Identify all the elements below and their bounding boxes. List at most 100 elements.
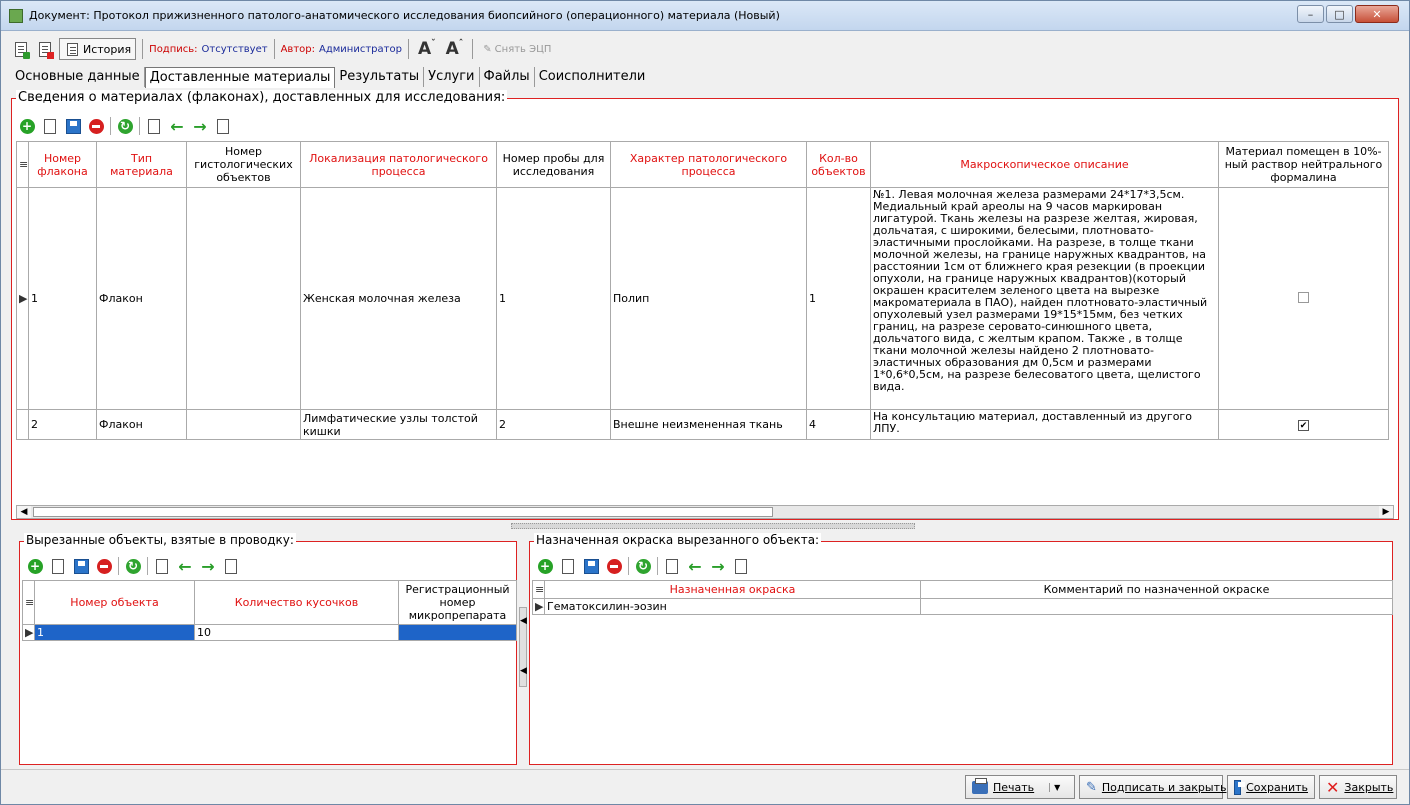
staining-table: ≡ Назначенная окраска Комментарий по наз… (532, 580, 1393, 615)
close-window-button[interactable]: ✕ (1355, 5, 1399, 23)
delete-icon[interactable] (87, 117, 105, 135)
history-button[interactable]: История (59, 38, 137, 60)
tab-delivered-materials[interactable]: Доставленные материалы (144, 67, 336, 88)
cell-localization[interactable]: Женская молочная железа (300, 187, 497, 410)
arrow-left-icon[interactable]: ← (176, 557, 194, 576)
sign-and-close-button[interactable]: ✎ Подписать и закрыть (1079, 775, 1226, 799)
delete-document-icon[interactable] (35, 39, 55, 59)
cell-stain-comment[interactable] (920, 598, 1393, 615)
formalin-checkbox-checked[interactable]: ✔ (1298, 420, 1309, 431)
edit-icon[interactable] (559, 557, 577, 575)
col-header[interactable]: Номер пробы для исследования (496, 141, 611, 188)
cell-count[interactable]: 4 (806, 409, 871, 440)
cell-macro-description[interactable]: На консультацию материал, доставленный и… (870, 409, 1219, 440)
cell-count[interactable]: 1 (806, 187, 871, 410)
col-header[interactable]: Макроскопическое описание (870, 141, 1219, 188)
tab-co-executors[interactable]: Соисполнители (535, 67, 650, 87)
columns-config-icon[interactable] (732, 557, 750, 575)
row-selector-header[interactable]: ≡ (22, 580, 35, 625)
cell-sample-number[interactable]: 2 (496, 409, 611, 440)
scroll-thumb[interactable] (33, 507, 773, 517)
table-row[interactable]: ▶ Гематоксилин-эозин (532, 598, 1393, 615)
print-dropdown-icon[interactable]: ▼ (1049, 782, 1060, 792)
col-header[interactable]: Тип материала (96, 141, 187, 188)
cell-histo-number[interactable] (186, 187, 301, 410)
col-header[interactable]: Количество кусочков (194, 580, 399, 625)
add-icon[interactable]: + (18, 117, 36, 135)
edit-icon[interactable] (49, 557, 67, 575)
refresh-icon[interactable]: ↻ (116, 117, 134, 135)
vertical-splitter[interactable]: ◀ ◀ (519, 607, 527, 687)
font-decrease-button[interactable]: Aˇ (415, 39, 439, 59)
cell-macro-description[interactable]: №1. Левая молочная железа размерами 24*1… (870, 187, 1219, 410)
arrow-right-icon[interactable]: → (199, 557, 217, 576)
horizontal-splitter[interactable] (511, 523, 915, 529)
save-icon[interactable] (72, 557, 90, 575)
add-icon[interactable]: + (536, 557, 554, 575)
cell-registration-number[interactable] (398, 624, 517, 641)
maximize-button[interactable]: □ (1326, 5, 1353, 23)
cell-character[interactable]: Полип (610, 187, 807, 410)
scroll-left-arrow[interactable]: ◀ (17, 506, 31, 518)
tab-files[interactable]: Файлы (480, 67, 535, 87)
cell-flask-number[interactable]: 2 (28, 409, 97, 440)
col-header[interactable]: Комментарий по назначенной окраске (920, 580, 1393, 599)
save-button[interactable]: Сохранить (1227, 775, 1315, 799)
col-header[interactable]: Номер гистологических объектов (186, 141, 301, 188)
arrow-left-icon[interactable]: ← (686, 557, 704, 576)
cell-stain-name[interactable]: Гематоксилин-эозин (544, 598, 921, 615)
cell-formalin[interactable]: ✔ (1218, 409, 1389, 440)
table-row[interactable]: ▶ 1 Флакон Женская молочная железа 1 Пол… (16, 187, 1389, 410)
cell-histo-number[interactable] (186, 409, 301, 440)
cell-localization[interactable]: Лимфатические узлы толстой кишки (300, 409, 497, 440)
sign-document-icon[interactable] (11, 39, 31, 59)
scroll-right-arrow[interactable]: ▶ (1379, 506, 1393, 518)
table-row[interactable]: 2 Флакон Лимфатические узлы толстой кишк… (16, 409, 1389, 440)
cell-sample-number[interactable]: 1 (496, 187, 611, 410)
arrow-right-icon[interactable]: → (191, 117, 209, 136)
col-header[interactable]: Номер объекта (34, 580, 195, 625)
cell-flask-number[interactable]: 1 (28, 187, 97, 410)
font-increase-button[interactable]: Aˆ (443, 39, 467, 59)
col-header[interactable]: Регистрационный номер микропрепарата (398, 580, 517, 625)
cell-character[interactable]: Внешне неизмененная ткань (610, 409, 807, 440)
arrow-left-icon[interactable]: ← (168, 117, 186, 136)
columns-icon[interactable] (663, 557, 681, 575)
add-icon[interactable]: + (26, 557, 44, 575)
table-row[interactable]: ▶ 1 10 (22, 624, 517, 641)
minimize-button[interactable]: – (1297, 5, 1324, 23)
cell-formalin[interactable] (1218, 187, 1389, 410)
cell-pieces-count[interactable]: 10 (194, 624, 399, 641)
cell-material-type[interactable]: Флакон (96, 409, 187, 440)
close-button[interactable]: ✕ Закрыть (1319, 775, 1397, 799)
print-button[interactable]: Печать ▼ (965, 775, 1075, 799)
refresh-icon[interactable]: ↻ (124, 557, 142, 575)
save-icon[interactable] (582, 557, 600, 575)
col-header[interactable]: Назначенная окраска (544, 580, 921, 599)
tab-services[interactable]: Услуги (424, 67, 480, 87)
row-selector-header[interactable]: ≡ (532, 580, 545, 599)
remove-signature-button[interactable]: ✎ Снять ЭЦП (479, 44, 555, 55)
cell-object-number[interactable]: 1 (34, 624, 195, 641)
col-header[interactable]: Материал помещен в 10%-ный раствор нейтр… (1218, 141, 1389, 188)
cell-material-type[interactable]: Флакон (96, 187, 187, 410)
tab-results[interactable]: Результаты (335, 67, 425, 87)
delete-icon[interactable] (605, 557, 623, 575)
materials-hscrollbar[interactable]: ◀ ▶ (16, 505, 1394, 519)
col-header[interactable]: Характер патологического процесса (610, 141, 807, 188)
tab-main-data[interactable]: Основные данные (11, 67, 145, 87)
col-header[interactable]: Локализация патологического процесса (300, 141, 497, 188)
columns-config-icon[interactable] (214, 117, 232, 135)
delete-icon[interactable] (95, 557, 113, 575)
col-header[interactable]: Кол-во объектов (806, 141, 871, 188)
save-icon[interactable] (64, 117, 82, 135)
edit-icon[interactable] (41, 117, 59, 135)
row-selector-header[interactable]: ≡ (16, 141, 29, 188)
formalin-checkbox[interactable] (1298, 291, 1309, 303)
columns-icon[interactable] (153, 557, 171, 575)
refresh-icon[interactable]: ↻ (634, 557, 652, 575)
columns-icon[interactable] (145, 117, 163, 135)
col-header[interactable]: Номер флакона (28, 141, 97, 188)
arrow-right-icon[interactable]: → (709, 557, 727, 576)
columns-config-icon[interactable] (222, 557, 240, 575)
